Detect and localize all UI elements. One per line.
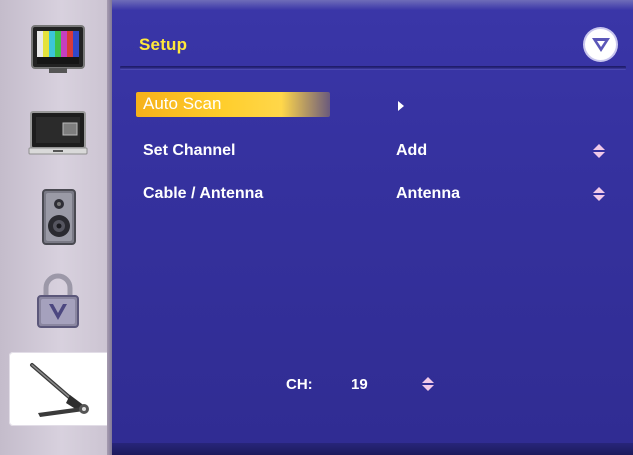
- menu-item-label: Cable / Antenna: [143, 185, 264, 202]
- channel-number: 19: [351, 376, 368, 393]
- parental-lock-icon: [32, 271, 84, 331]
- audio-speaker-icon: [35, 186, 81, 248]
- sidebar: [0, 0, 112, 455]
- sidebar-item-parental[interactable]: [10, 264, 106, 338]
- panel-bottom-edge: [112, 443, 633, 455]
- channel-label: CH:: [286, 376, 313, 393]
- computer-monitor-icon: [27, 108, 89, 158]
- brand-logo-icon: [585, 29, 616, 60]
- set-channel-value: Add: [396, 142, 428, 159]
- menu-item-label: Set Channel: [143, 142, 236, 159]
- menu-item-auto-scan[interactable]: Auto Scan: [112, 91, 633, 119]
- sidebar-item-audio[interactable]: [10, 180, 106, 254]
- menu-item-set-channel[interactable]: Set Channel Add: [112, 137, 633, 165]
- sidebar-item-pc[interactable]: [10, 96, 106, 170]
- submenu-arrow-icon[interactable]: [397, 99, 405, 117]
- up-down-arrow-icon[interactable]: [592, 143, 606, 164]
- menu-panel: Setup Auto Scan Set Channel Add Cable / …: [112, 0, 633, 455]
- sidebar-item-picture[interactable]: [10, 12, 106, 86]
- title-divider: [120, 66, 626, 70]
- menu-item-cable-antenna[interactable]: Cable / Antenna Antenna: [112, 180, 633, 208]
- channel-up-down-icon[interactable]: [421, 376, 435, 397]
- osd-screen: Setup Auto Scan Set Channel Add Cable / …: [0, 0, 633, 455]
- up-down-arrow-icon[interactable]: [592, 186, 606, 207]
- cable-antenna-value: Antenna: [396, 185, 460, 202]
- menu-item-label: Auto Scan: [143, 94, 222, 113]
- menu-title: Setup: [139, 35, 188, 54]
- setup-wrench-icon: [26, 359, 96, 419]
- sidebar-item-setup[interactable]: [9, 352, 112, 426]
- tv-picture-icon: [29, 23, 87, 75]
